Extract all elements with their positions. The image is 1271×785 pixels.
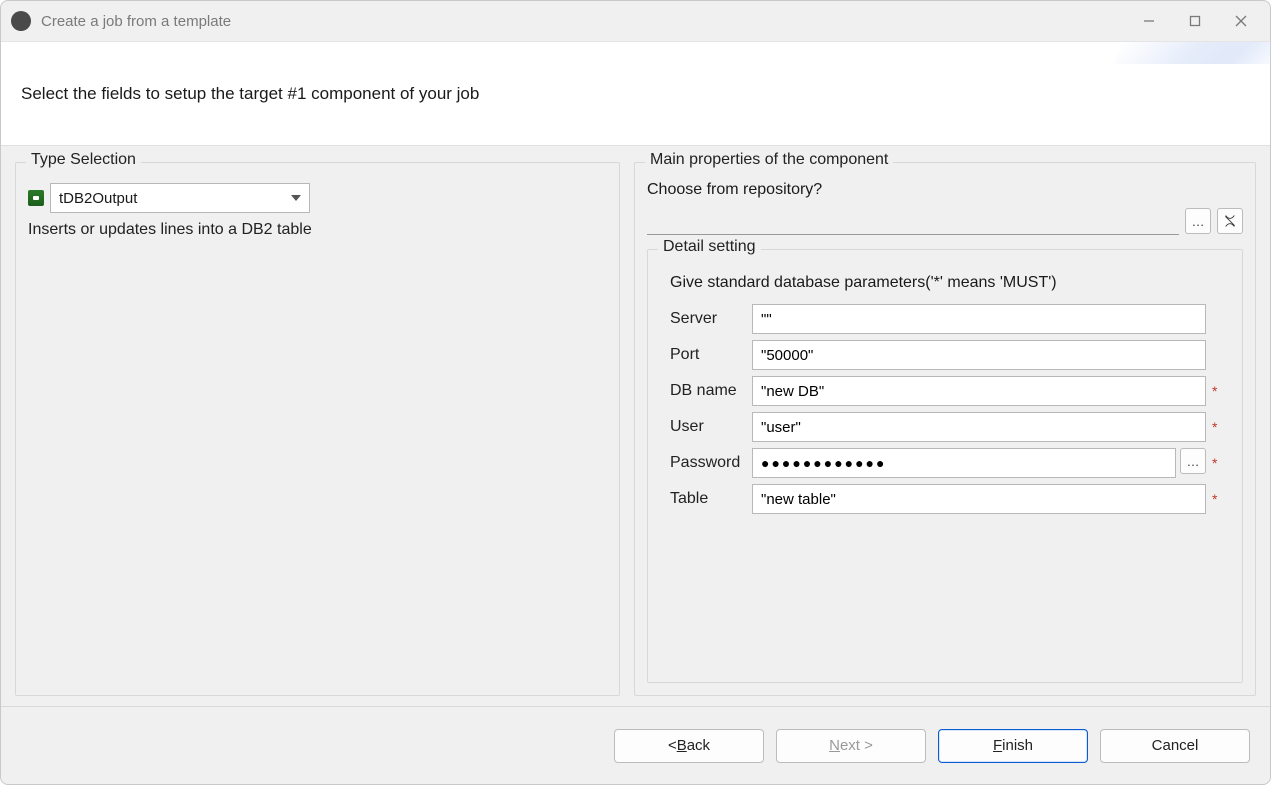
required-marker: *	[1212, 455, 1220, 471]
component-type-value: tDB2Output	[59, 190, 137, 207]
password-input[interactable]	[752, 448, 1176, 478]
finish-button[interactable]: Finish	[938, 729, 1088, 763]
user-input[interactable]	[752, 412, 1206, 442]
component-icon	[28, 190, 44, 206]
detail-setting-legend: Detail setting	[658, 238, 761, 256]
component-description: Inserts or updates lines into a DB2 tabl…	[28, 221, 607, 239]
required-marker: *	[1212, 383, 1220, 399]
main-properties-legend: Main properties of the component	[645, 151, 893, 169]
dialog-window: Create a job from a template Select the …	[0, 0, 1271, 785]
required-marker: *	[1212, 491, 1220, 507]
password-label: Password	[670, 454, 752, 472]
detail-setting-group: Detail setting Give standard database pa…	[647, 249, 1243, 683]
password-browse-button[interactable]: …	[1180, 448, 1206, 474]
title-bar: Create a job from a template	[1, 1, 1270, 41]
repository-clear-button[interactable]	[1217, 208, 1243, 234]
server-label: Server	[670, 310, 752, 328]
required-marker: *	[1212, 419, 1220, 435]
chevron-down-icon	[291, 195, 301, 201]
component-type-combo[interactable]: tDB2Output	[50, 183, 310, 213]
wizard-subtitle: Select the fields to setup the target #1…	[21, 84, 479, 104]
next-button[interactable]: Next >	[776, 729, 926, 763]
type-selection-group: Type Selection tDB2Output Inserts or upd…	[15, 162, 620, 696]
back-button[interactable]: < Back	[614, 729, 764, 763]
repository-label: Choose from repository?	[647, 181, 1243, 199]
app-icon	[11, 11, 31, 31]
port-input[interactable]	[752, 340, 1206, 370]
main-properties-group: Main properties of the component Choose …	[634, 162, 1256, 696]
maximize-button[interactable]	[1172, 5, 1218, 37]
table-input[interactable]	[752, 484, 1206, 514]
repository-browse-button[interactable]: …	[1185, 208, 1211, 234]
cancel-button[interactable]: Cancel	[1100, 729, 1250, 763]
wizard-footer: < Back Next > Finish Cancel	[1, 706, 1270, 784]
db-params-form: Server Port DB name *	[660, 304, 1230, 514]
minimize-button[interactable]	[1126, 5, 1172, 37]
user-label: User	[670, 418, 752, 436]
detail-instruction: Give standard database parameters('*' me…	[670, 274, 1230, 292]
server-input[interactable]	[752, 304, 1206, 334]
wizard-body: Type Selection tDB2Output Inserts or upd…	[1, 146, 1270, 706]
repository-input[interactable]	[647, 207, 1179, 235]
wizard-header: Select the fields to setup the target #1…	[1, 41, 1270, 146]
dbname-input[interactable]	[752, 376, 1206, 406]
port-label: Port	[670, 346, 752, 364]
header-decoration	[1114, 42, 1271, 64]
type-selection-legend: Type Selection	[26, 151, 141, 169]
close-button[interactable]	[1218, 5, 1264, 37]
dbname-label: DB name	[670, 382, 752, 400]
window-title: Create a job from a template	[41, 13, 231, 30]
table-label: Table	[670, 490, 752, 508]
